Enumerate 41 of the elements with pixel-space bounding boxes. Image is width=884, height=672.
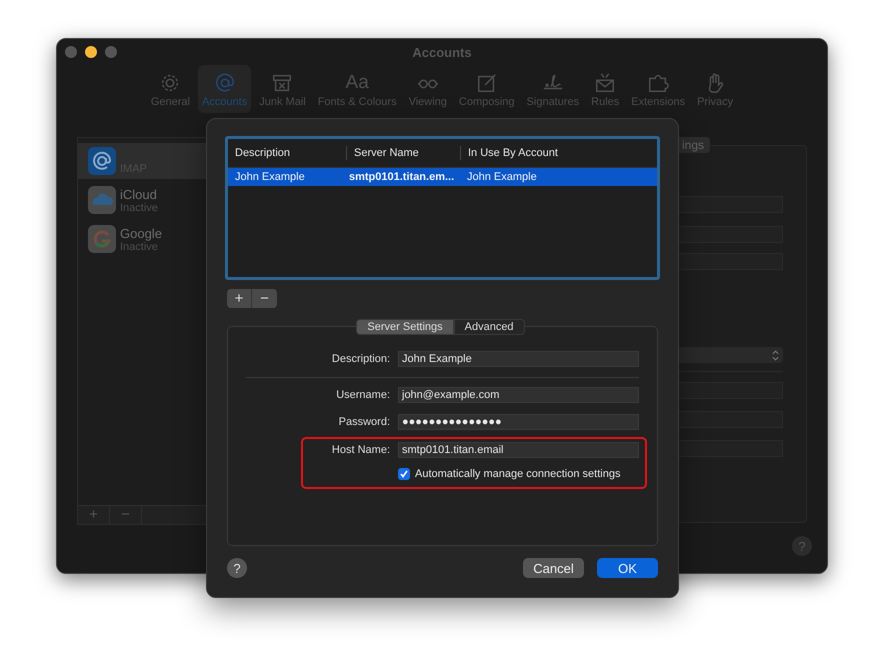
bin-icon [271, 72, 294, 94]
add-button[interactable]: + [78, 506, 110, 524]
help-button[interactable]: ? [227, 558, 247, 578]
cloud-icon [88, 186, 116, 214]
field-label: Description: [330, 353, 390, 365]
column-header[interactable]: Description [228, 146, 346, 160]
column-header[interactable]: Server Name [346, 146, 460, 160]
chevron-updown-icon [772, 350, 779, 360]
segment-tab[interactable]: Advanced [454, 319, 525, 335]
field-label: Host Name: [330, 444, 390, 456]
checkbox-label: Automatically manage connection settings [415, 468, 620, 480]
minimize-button[interactable] [85, 46, 97, 58]
remove-button[interactable]: − [252, 289, 277, 308]
input-field[interactable]: smtp0101.titan.email [398, 442, 639, 458]
cancel-button[interactable]: Cancel [523, 558, 584, 578]
field-label: Password: [338, 416, 390, 428]
at-sign-icon [88, 147, 116, 175]
input-field[interactable]: john@example.com [398, 387, 639, 403]
account-name: Google [120, 226, 162, 241]
table-cell-text: John Example [466, 171, 538, 183]
account-name: iCloud [120, 187, 158, 202]
help-button[interactable]: ? [792, 536, 812, 556]
table-row[interactable]: John Example smtp0101.titan.em... John Example [228, 168, 657, 186]
add-button[interactable]: + [227, 289, 252, 308]
table-cell-text: smtp0101.titan.em... [348, 171, 456, 183]
colored-ring-icon [88, 225, 116, 253]
column-header[interactable]: In Use By Account [460, 146, 657, 160]
field-label: Username: [335, 389, 390, 401]
input-field[interactable]: ●●●●●●●●●●●●●●● [398, 414, 639, 430]
ok-button[interactable]: OK [597, 558, 658, 578]
at-sign-icon [214, 72, 236, 94]
input-field[interactable]: John Example [398, 351, 639, 367]
checkbox[interactable] [398, 468, 410, 480]
pencil-square-icon [476, 72, 498, 94]
toolbar-tab[interactable]: Accounts [198, 65, 252, 113]
envelope-icon [594, 72, 616, 94]
segment-tab[interactable]: Server Settings [356, 319, 454, 335]
table-cell-text: John Example [234, 171, 306, 183]
remove-button[interactable]: − [110, 506, 142, 524]
puzzle-icon [647, 72, 670, 94]
window-title: Accounts [412, 44, 472, 60]
